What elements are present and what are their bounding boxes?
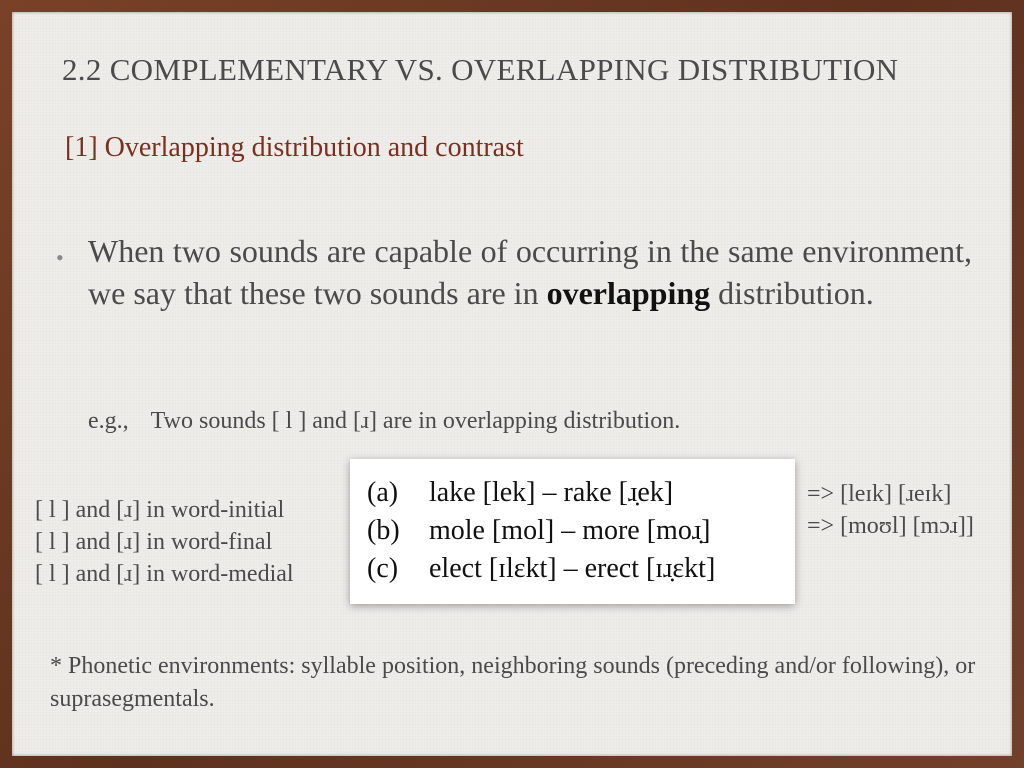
footnote: * Phonetic environments: syllable positi…: [50, 653, 976, 712]
minimal-pairs-box: (a) lake [lek] – rake [ɹ̣ek] (b) mole [mol…: [350, 459, 795, 604]
example-text: Two sounds [ l ] and [ɹ] are in overlapp…: [150, 408, 681, 434]
slide-frame: 2.2 COMPLEMENTARY VS. OVERLAPPING DISTRI…: [0, 0, 1024, 768]
example-line: e.g., Two sounds [ l ] and [ɹ] are in ove…: [88, 408, 680, 435]
environment-item: [ l ] and [ɹ] in word-final: [35, 529, 273, 555]
environment-list: [ l ] and [ɹ] in word-initial [ l ] and …: [35, 494, 294, 590]
environment-item: [ l ] and [ɹ] in word-medial: [35, 561, 294, 587]
example-prefix: e.g.,: [88, 408, 129, 434]
slide: 2.2 COMPLEMENTARY VS. OVERLAPPING DISTRI…: [12, 12, 1012, 756]
pair-text: lake [lek] – rake [ɹ̣ek]: [429, 477, 674, 508]
pair-label: (b): [367, 515, 400, 546]
pair-label: (a): [367, 477, 399, 508]
environment-item: [ l ] and [ɹ] in word-initial: [35, 497, 285, 523]
transcription-item: => [leɪk] [ɹeɪk]: [807, 481, 952, 507]
transcription-item: => [moʊl] [mɔɹ]]: [807, 513, 974, 539]
transcription-list: => [leɪk] [ɹeɪk] => [moʊl] [mɔɹ]]: [807, 478, 974, 542]
pair-text: mole [mol] – more [moɹ̣]: [429, 515, 711, 546]
bullet-text-end: distribution.: [710, 275, 874, 311]
pair-text: elect [ɪlɛkt] – erect [ɪɹ̣ɛkt]: [429, 553, 716, 584]
bullet-paragraph: When two sounds are capable of occurring…: [88, 230, 972, 314]
minimal-pair-row: (b) mole [mol] – more [moɹ̣]: [367, 515, 710, 547]
minimal-pair-row: (a) lake [lek] – rake [ɹ̣ek]: [367, 477, 673, 509]
bullet-bold-term: overlapping: [546, 275, 711, 311]
section-heading: [1] Overlapping distribution and contras…: [65, 132, 524, 163]
slide-title: 2.2 COMPLEMENTARY VS. OVERLAPPING DISTRI…: [62, 52, 899, 87]
pair-label: (c): [367, 553, 399, 584]
bullet-icon: •: [56, 245, 64, 270]
minimal-pair-row: (c) elect [ɪlɛkt] – erect [ɪɹ̣ɛkt]: [367, 553, 715, 585]
